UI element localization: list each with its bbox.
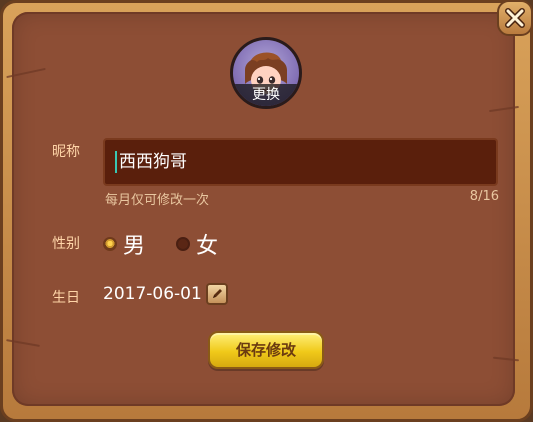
gender-option-label: 男 bbox=[123, 234, 146, 259]
nickname-counter: 8/16 bbox=[469, 189, 499, 204]
crack-decoration bbox=[6, 67, 46, 79]
nickname-value: 西西狗哥 bbox=[119, 152, 187, 172]
text-caret bbox=[115, 151, 117, 173]
close-icon bbox=[505, 8, 525, 28]
radio-selected-icon bbox=[103, 237, 117, 251]
birthday-label: 生日 bbox=[52, 290, 80, 306]
avatar[interactable]: 更换 bbox=[230, 37, 302, 109]
nickname-label: 昵称 bbox=[52, 144, 80, 160]
gender-option-label: 女 bbox=[196, 234, 219, 259]
crack-decoration bbox=[6, 339, 40, 347]
gender-option-female[interactable]: 女 bbox=[176, 228, 218, 260]
gender-option-male[interactable]: 男 bbox=[103, 228, 145, 260]
save-button[interactable]: 保存修改 bbox=[208, 331, 324, 369]
edit-icon bbox=[213, 289, 222, 298]
avatar-change-label[interactable]: 更换 bbox=[233, 84, 299, 106]
crack-decoration bbox=[489, 105, 519, 113]
nickname-hint: 每月仅可修改一次 bbox=[105, 193, 210, 208]
nickname-field[interactable]: 西西狗哥 bbox=[103, 138, 498, 186]
edit-birthday-button[interactable] bbox=[206, 283, 228, 305]
birthday-value: 2017-06-01 bbox=[103, 284, 202, 304]
radio-unselected-icon bbox=[176, 237, 190, 251]
close-button[interactable] bbox=[497, 0, 533, 36]
gender-label: 性别 bbox=[52, 236, 80, 252]
